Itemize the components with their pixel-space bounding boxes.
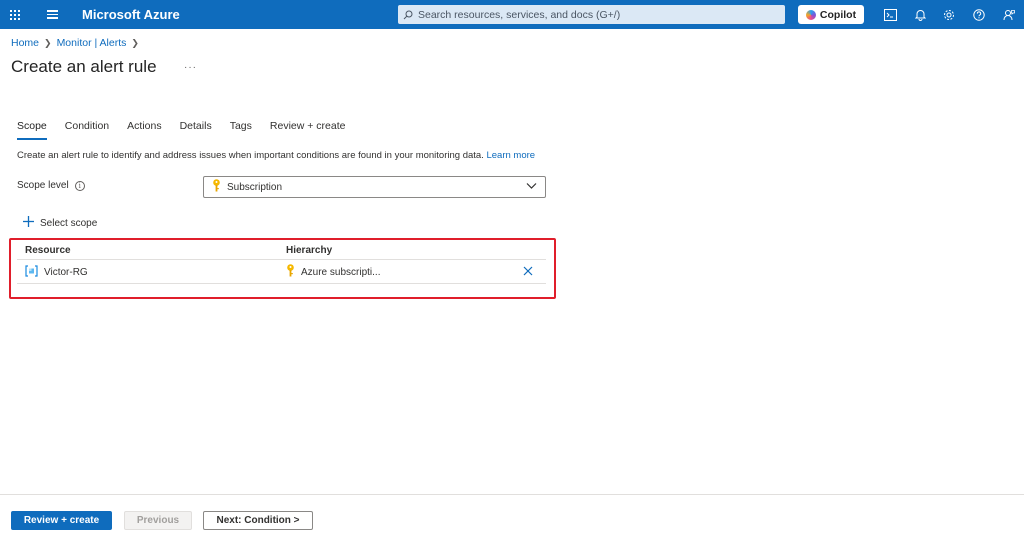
tab-review-create[interactable]: Review + create (270, 120, 346, 140)
tab-scope[interactable]: Scope (17, 120, 47, 140)
chevron-right-icon: ❯ (44, 37, 52, 48)
notifications-icon[interactable] (905, 0, 935, 29)
search-icon (398, 5, 418, 24)
select-scope-button[interactable]: Select scope (23, 216, 97, 230)
description-text: Create an alert rule to identify and add… (17, 150, 484, 161)
scope-level-value: Subscription (227, 181, 283, 193)
feedback-icon[interactable] (994, 0, 1024, 29)
info-icon[interactable]: i (74, 180, 85, 191)
previous-button[interactable]: Previous (124, 511, 192, 530)
breadcrumb-monitor-alerts[interactable]: Monitor | Alerts (57, 37, 127, 49)
key-icon (212, 179, 221, 195)
select-scope-label: Select scope (40, 217, 98, 229)
menu-icon[interactable] (40, 0, 64, 29)
search-input[interactable] (418, 8, 773, 21)
copilot-icon (805, 9, 816, 20)
scope-level-dropdown[interactable]: Subscription (203, 176, 546, 198)
wizard-tabs: Scope Condition Actions Details Tags Rev… (17, 120, 363, 140)
breadcrumb-home[interactable]: Home (11, 37, 39, 49)
learn-more-link[interactable]: Learn more (486, 150, 535, 161)
top-navigation-bar: Microsoft Azure Copilot (0, 0, 1024, 29)
help-icon[interactable] (964, 0, 994, 29)
cloud-shell-icon[interactable] (875, 0, 905, 29)
tab-condition[interactable]: Condition (65, 120, 109, 140)
copilot-label: Copilot (819, 8, 857, 21)
app-launcher-icon[interactable] (0, 0, 30, 29)
settings-icon[interactable] (934, 0, 964, 29)
highlight-box (9, 238, 556, 299)
review-create-button[interactable]: Review + create (11, 511, 112, 530)
global-search[interactable] (398, 5, 785, 24)
chevron-right-icon: ❯ (131, 37, 139, 48)
plus-icon (23, 216, 34, 230)
page-title: Create an alert rule (11, 57, 157, 76)
chevron-down-icon (526, 182, 537, 193)
tab-details[interactable]: Details (180, 120, 212, 140)
brand-title[interactable]: Microsoft Azure (82, 0, 180, 29)
scope-level-label: Scope level i (17, 180, 85, 191)
tab-tags[interactable]: Tags (230, 120, 252, 140)
wizard-footer: Review + create Previous Next: Condition… (0, 494, 1024, 542)
next-condition-button[interactable]: Next: Condition > (203, 511, 313, 530)
scope-description: Create an alert rule to identify and add… (17, 150, 535, 161)
more-options-icon[interactable]: ··· (184, 62, 197, 73)
breadcrumb: Home ❯ Monitor | Alerts ❯ (11, 37, 139, 49)
scope-level-text: Scope level (17, 180, 69, 191)
tab-actions[interactable]: Actions (127, 120, 161, 140)
copilot-button[interactable]: Copilot (798, 5, 864, 24)
